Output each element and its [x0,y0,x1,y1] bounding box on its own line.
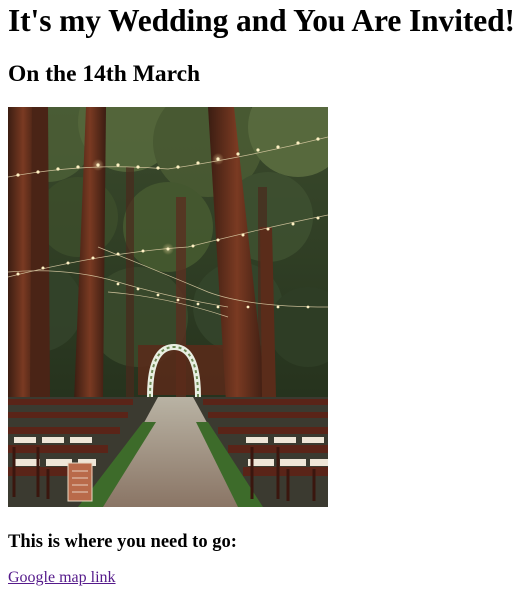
venue-photo [8,107,328,507]
google-map-link[interactable]: Google map link [8,568,116,588]
page-title: It's my Wedding and You Are Invited! [8,3,515,38]
directions-heading: This is where you need to go: [8,532,237,552]
wedding-date-heading: On the 14th March [8,61,201,87]
